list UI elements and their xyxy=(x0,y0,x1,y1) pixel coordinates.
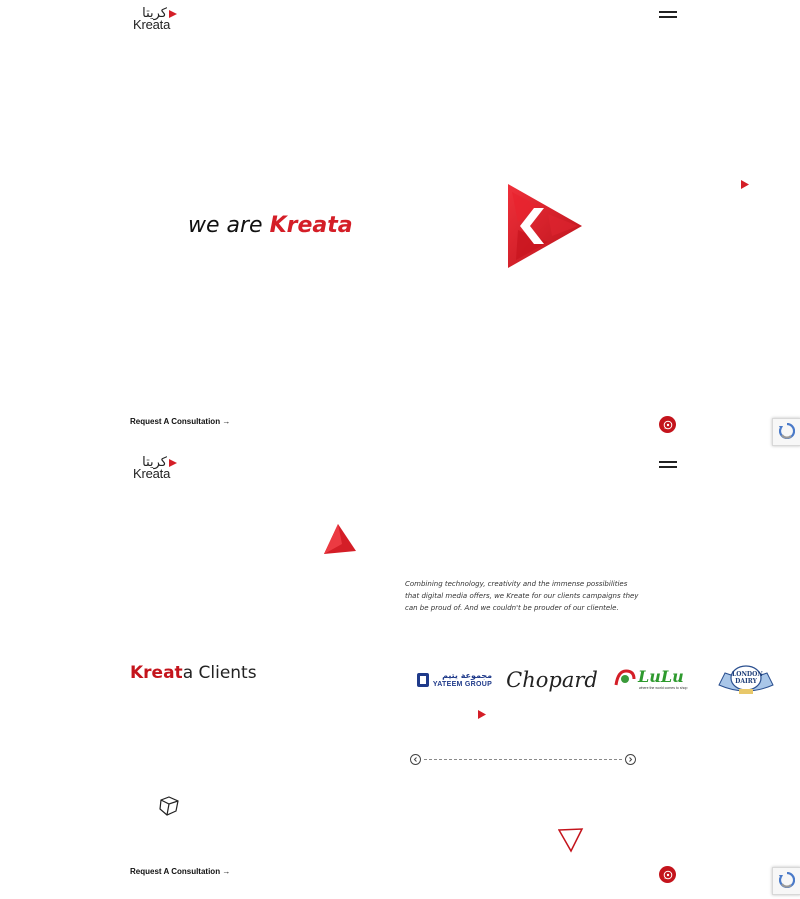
about-description: Combining technology, creativity and the… xyxy=(405,580,639,612)
whatsapp-button[interactable] xyxy=(659,416,676,433)
yateem-english-text: YATEEM GROUP xyxy=(432,681,493,688)
red-triangle-decoration-icon xyxy=(324,524,356,554)
recaptcha-icon xyxy=(779,872,795,888)
small-play-icon xyxy=(741,180,749,189)
clients-section-title: Kreata Clients xyxy=(130,663,257,683)
whatsapp-icon xyxy=(663,870,672,879)
kreata-k-logo-icon xyxy=(508,184,582,268)
london-dairy-logo-text: LONDON DAIRY xyxy=(732,671,763,685)
logo-english-text: Kreata xyxy=(133,17,171,32)
slider-prev-button[interactable] xyxy=(410,754,421,765)
cube-outline-icon xyxy=(159,796,179,816)
hero-title: we are Kreata xyxy=(188,213,353,238)
cta-label: Request A Consultation xyxy=(130,867,221,876)
lulu-tagline-text: where the world comes to shop xyxy=(639,686,688,690)
hero-title-prefix: we are xyxy=(188,213,270,238)
request-consultation-link[interactable]: Request A Consultation → xyxy=(130,867,230,876)
logo-play-icon xyxy=(169,10,177,18)
site-logo[interactable]: كريتا Kreata xyxy=(133,6,181,32)
hamburger-menu-button[interactable] xyxy=(659,11,677,19)
arrow-right-icon: → xyxy=(222,417,231,426)
clients-title-rest: a Clients xyxy=(182,663,257,683)
recaptcha-icon xyxy=(779,423,795,439)
client-logo-chopard[interactable]: Chopard xyxy=(506,663,598,697)
yateem-arabic-text: مجموعة يتيم xyxy=(442,671,493,680)
hero-title-brand: Kreata xyxy=(269,213,353,238)
slider-next-button[interactable] xyxy=(625,754,636,765)
site-logo[interactable]: كريتا Kreata xyxy=(133,455,181,481)
triangle-outline-icon xyxy=(558,828,584,853)
client-logo-yateem[interactable]: مجموعة يتيم YATEEM GROUP xyxy=(414,663,494,697)
hamburger-menu-button[interactable] xyxy=(659,461,677,469)
chevron-right-icon xyxy=(629,757,633,762)
recaptcha-badge[interactable] xyxy=(772,418,800,446)
client-logo-lulu[interactable]: LuLu where the world comes to shop xyxy=(612,663,688,697)
client-logo-london-dairy[interactable]: LONDON DAIRY xyxy=(712,663,780,697)
logo-english-text: Kreata xyxy=(133,466,171,481)
slider-progress-track[interactable] xyxy=(424,759,622,760)
whatsapp-button[interactable] xyxy=(659,866,676,883)
clients-title-brand: Kreat xyxy=(130,663,183,683)
logo-play-icon xyxy=(169,459,177,467)
request-consultation-link[interactable]: Request A Consultation → xyxy=(130,417,230,426)
cta-label: Request A Consultation xyxy=(130,417,221,426)
yateem-emblem-icon xyxy=(416,673,429,687)
small-play-icon xyxy=(478,710,486,719)
lulu-logo-text: LuLu xyxy=(638,667,684,686)
whatsapp-icon xyxy=(663,420,672,429)
arrow-right-icon: → xyxy=(222,867,231,876)
chopard-logo-text: Chopard xyxy=(506,668,598,692)
lulu-emblem-icon xyxy=(614,669,636,686)
recaptcha-badge[interactable] xyxy=(772,867,800,895)
chevron-left-icon xyxy=(413,757,417,762)
